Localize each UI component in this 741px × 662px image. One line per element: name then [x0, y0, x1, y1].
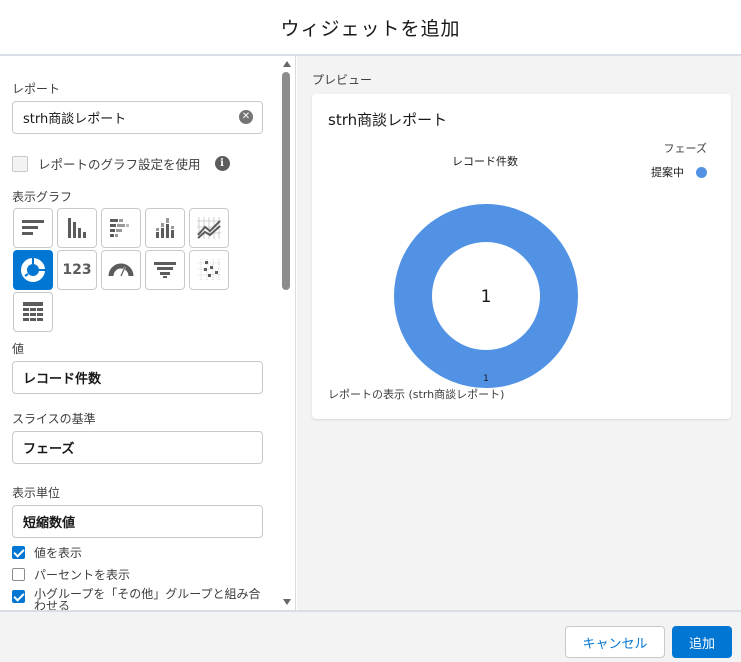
metric-chart-icon: 123: [62, 262, 92, 278]
scroll-up-arrow-icon[interactable]: [283, 61, 291, 67]
donut-chart-icon: [21, 258, 45, 282]
combine-groups-label: 小グループを「その他」グループと組み合わせる: [34, 587, 261, 610]
unit-label: 表示単位: [12, 486, 61, 500]
slice-data-label: 1: [483, 374, 489, 384]
scroll-down-arrow-icon[interactable]: [283, 599, 291, 605]
value-label: 値: [12, 342, 25, 356]
show-percent-row[interactable]: パーセントを表示: [12, 566, 130, 583]
use-report-chart-label: レポートのグラフ設定を使用: [38, 157, 201, 172]
chart-type-table[interactable]: [13, 292, 53, 332]
combine-groups-checkbox[interactable]: [12, 590, 25, 603]
settings-panel: レポート strh商談レポート ✕ レポートのグラフ設定を使用 i 表示グラフ: [0, 56, 296, 610]
cancel-button[interactable]: キャンセル: [565, 626, 665, 658]
preview-card: strh商談レポート レコード件数 フェーズ 提案中 1 1 レポートの表示 (…: [312, 94, 731, 419]
modal-footer: キャンセル 追加: [0, 610, 741, 662]
clear-icon[interactable]: ✕: [239, 110, 253, 124]
add-button[interactable]: 追加: [672, 626, 732, 658]
report-input-value: strh商談レポート: [23, 112, 127, 127]
vertical-bar-chart-icon: [68, 218, 86, 238]
chart-type-stacked-horizontal-bar[interactable]: [101, 208, 141, 248]
combine-groups-row[interactable]: 小グループを「その他」グループと組み合わせる: [12, 588, 269, 610]
preview-panel: プレビュー strh商談レポート レコード件数 フェーズ 提案中 1 1 レポー…: [297, 56, 741, 610]
report-label: レポート: [12, 82, 61, 96]
value-select[interactable]: レコード件数: [12, 361, 263, 394]
chart-type-metric[interactable]: 123: [57, 250, 97, 290]
chart-type-funnel[interactable]: [145, 250, 185, 290]
show-values-checkbox[interactable]: [12, 546, 25, 559]
chart-title: レコード件数: [452, 155, 518, 168]
funnel-chart-icon: [154, 262, 176, 278]
stacked-vertical-bar-chart-icon: [156, 218, 174, 238]
chart-type-line[interactable]: [189, 208, 229, 248]
unit-select-value: 短縮数値: [23, 516, 76, 531]
donut-center-total: 1: [481, 287, 492, 307]
legend-title: フェーズ: [663, 142, 707, 155]
slice-label: スライスの基準: [12, 412, 96, 426]
show-values-label: 値を表示: [34, 546, 83, 560]
table-chart-icon: [23, 302, 43, 321]
chart-type-gauge[interactable]: [101, 250, 141, 290]
preview-card-title: strh商談レポート: [328, 111, 448, 129]
unit-select[interactable]: 短縮数値: [12, 505, 263, 538]
value-select-value: レコード件数: [23, 372, 102, 387]
view-report-link[interactable]: レポートの表示 (strh商談レポート): [328, 386, 504, 402]
scrollbar[interactable]: [280, 56, 294, 610]
modal-title: ウィジェットを追加: [280, 17, 461, 40]
show-values-row[interactable]: 値を表示: [12, 544, 82, 561]
chart-type-scatter[interactable]: [189, 250, 229, 290]
legend-item: 提案中: [651, 164, 707, 180]
donut-chart: 1 1: [394, 204, 578, 388]
chart-type-donut[interactable]: [13, 250, 53, 290]
stacked-horizontal-bar-chart-icon: [110, 219, 129, 237]
chart-type-stacked-vertical-bar[interactable]: [145, 208, 185, 248]
chart-type-horizontal-bar[interactable]: [13, 208, 53, 248]
use-report-chart-checkbox[interactable]: [12, 155, 28, 172]
scroll-thumb[interactable]: [282, 72, 290, 290]
slice-select-value: フェーズ: [23, 442, 75, 457]
chart-type-label: 表示グラフ: [12, 190, 73, 204]
gauge-chart-icon: [108, 263, 134, 277]
scatter-chart-icon: [198, 259, 221, 281]
preview-label: プレビュー: [312, 73, 373, 87]
line-chart-icon: [197, 217, 221, 239]
legend-dot: [696, 166, 707, 178]
show-percent-checkbox[interactable]: [12, 568, 25, 581]
legend-item-label: 提案中: [651, 166, 684, 179]
modal-header: ウィジェットを追加: [0, 0, 741, 56]
slice-select[interactable]: フェーズ: [12, 431, 263, 464]
info-icon[interactable]: i: [214, 156, 230, 171]
show-percent-label: パーセントを表示: [34, 568, 131, 582]
chart-type-vertical-bar[interactable]: [57, 208, 97, 248]
use-report-chart-row[interactable]: レポートのグラフ設定を使用 i: [12, 154, 230, 173]
report-input[interactable]: strh商談レポート ✕: [12, 101, 263, 134]
horizontal-bar-chart-icon: [22, 220, 44, 235]
